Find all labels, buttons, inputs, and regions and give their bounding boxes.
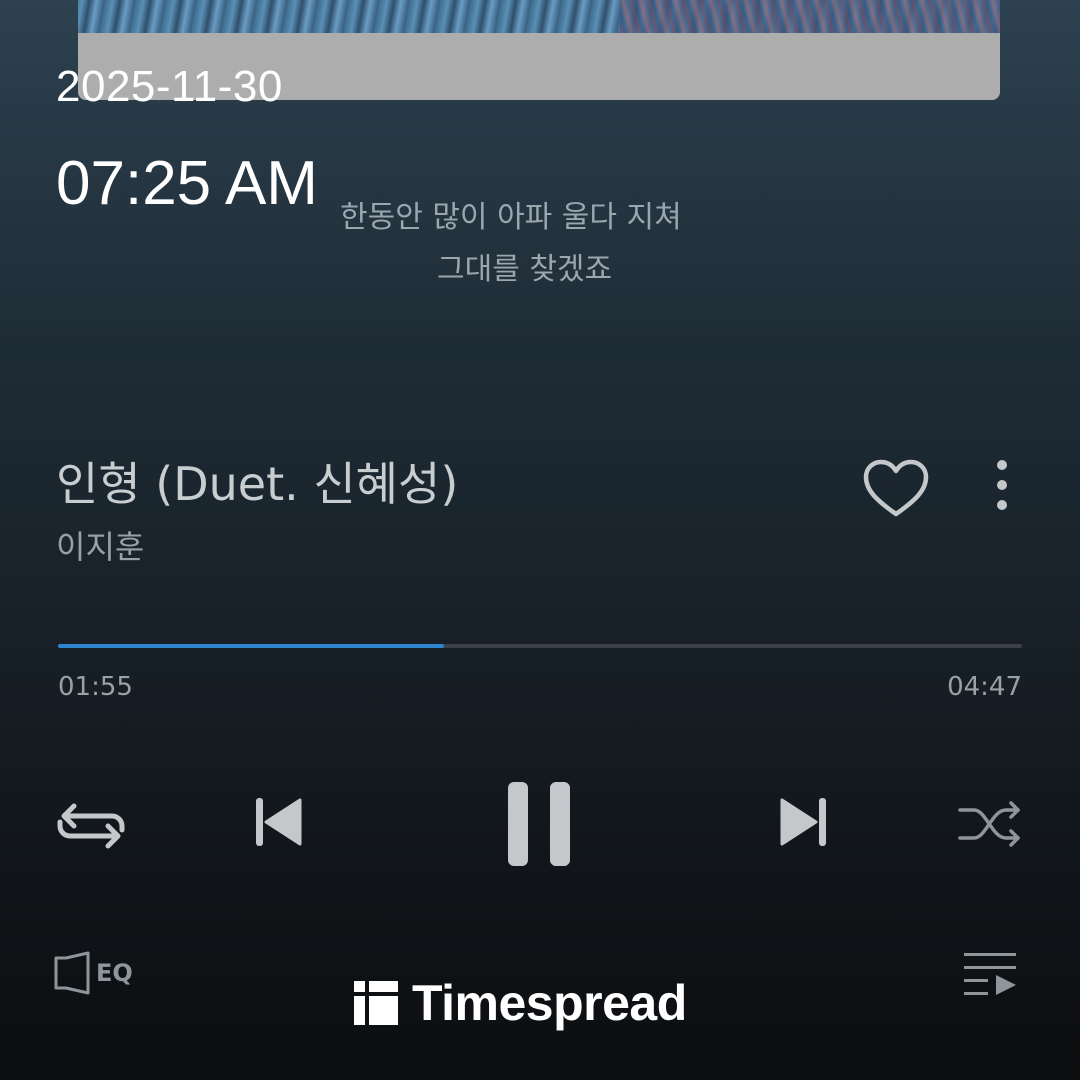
- like-button[interactable]: [862, 458, 930, 520]
- brand-watermark: Timespread: [354, 974, 687, 1032]
- lyric-line: 그대를 찾겠죠: [437, 252, 613, 287]
- total-time: 04:47: [947, 672, 1022, 702]
- queue-button[interactable]: [962, 950, 1020, 1000]
- more-vertical-icon: [997, 460, 1007, 510]
- eq-button[interactable]: EQ: [52, 950, 133, 996]
- overlay-date: 2025-11-30: [56, 62, 283, 111]
- progress-bar[interactable]: [58, 644, 1022, 648]
- pause-icon: [508, 782, 570, 866]
- next-button[interactable]: [778, 796, 828, 852]
- song-title: 인형 (Duet. 신혜성): [56, 457, 459, 511]
- speaker-icon: [54, 951, 90, 995]
- shuffle-button[interactable]: [956, 798, 1024, 854]
- skip-next-icon: [780, 798, 826, 846]
- more-options-button[interactable]: [988, 458, 1016, 518]
- lyric-line: 한동안 많이 아파 울다 지쳐: [340, 200, 682, 235]
- elapsed-time: 01:55: [58, 672, 133, 702]
- eq-label: EQ: [96, 959, 133, 987]
- album-cover-image: [78, 0, 1000, 33]
- repeat-button[interactable]: [54, 796, 128, 856]
- queue-icon: [964, 953, 1016, 995]
- overlay-time: 07:25 AM: [56, 149, 318, 218]
- heart-icon: [863, 459, 929, 517]
- previous-button[interactable]: [254, 796, 304, 852]
- brand-name: Timespread: [412, 975, 687, 1031]
- progress-fill: [58, 644, 445, 648]
- repeat-icon: [57, 803, 125, 849]
- skip-previous-icon: [256, 798, 302, 846]
- artist-name[interactable]: 이지훈: [56, 522, 144, 568]
- pause-button[interactable]: [506, 780, 574, 872]
- timespread-logo-icon: [354, 981, 398, 1025]
- shuffle-icon: [958, 801, 1020, 847]
